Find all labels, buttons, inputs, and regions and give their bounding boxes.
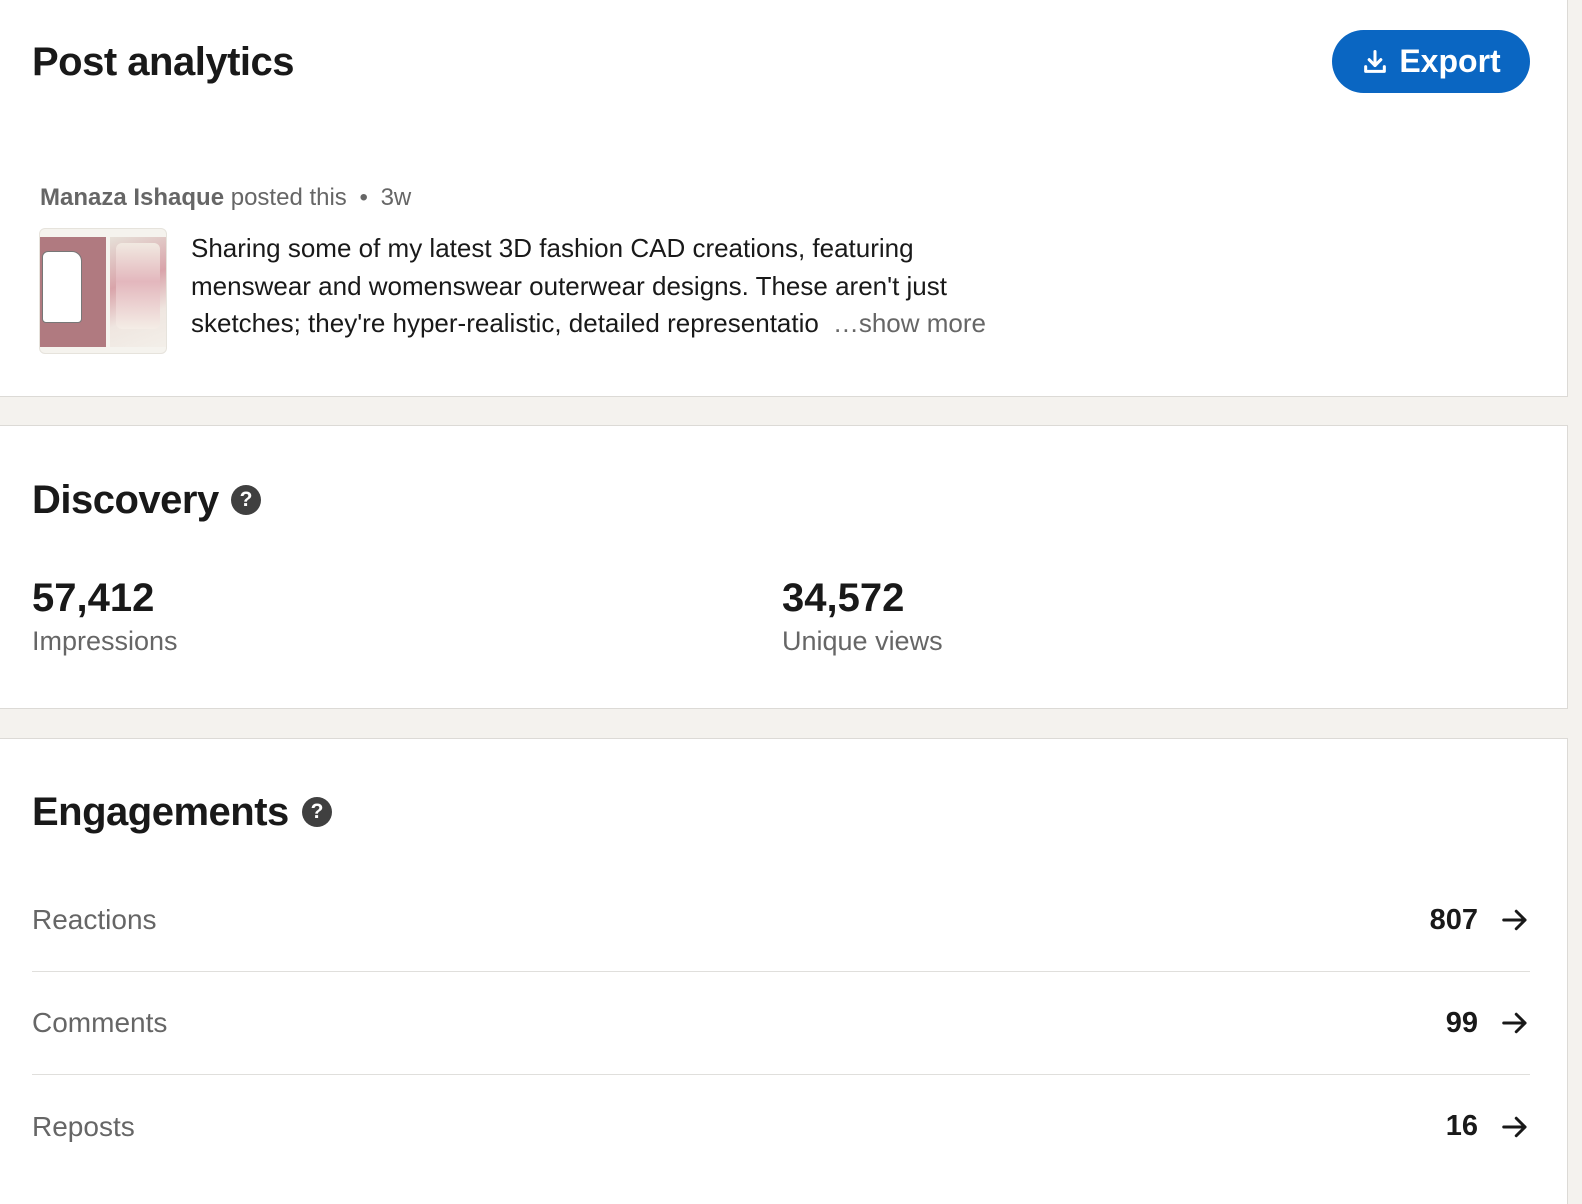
impressions-label: Impressions [32, 626, 178, 656]
post-action: posted this [230, 184, 347, 211]
arrow-right-icon [1502, 909, 1527, 931]
post-age: 3w [380, 184, 412, 211]
reposts-label: Reposts [32, 1110, 135, 1142]
download-icon [1364, 49, 1387, 73]
unique-views-label: Unique views [782, 626, 943, 656]
page-title: Post analytics [32, 40, 295, 84]
help-icon[interactable]: ? [302, 797, 332, 827]
post-thumbnail[interactable] [39, 228, 167, 354]
reposts-row[interactable]: Reposts 16 [32, 1075, 1530, 1178]
reactions-label: Reactions [32, 904, 157, 935]
export-button[interactable]: Export [1332, 30, 1530, 93]
arrow-right-icon [1502, 1012, 1527, 1034]
post-text-line: sketches; they're hyper-realistic, detai… [191, 308, 819, 338]
thumbnail-jacket [116, 243, 160, 329]
comments-label: Comments [32, 1007, 168, 1038]
page-header: Post analytics Export [0, 0, 1568, 142]
comments-count: 99 [1445, 1006, 1478, 1039]
post-text-line: menswear and womenswear outerwear design… [191, 270, 947, 301]
engagements-title: Engagements [32, 790, 289, 834]
help-icon[interactable]: ? [231, 485, 261, 515]
discovery-card [0, 425, 1568, 709]
post-author[interactable]: Manaza Ishaque [40, 184, 224, 211]
reposts-count: 16 [1445, 1110, 1478, 1142]
post-text: Sharing some of my latest 3D fashion CAD… [191, 230, 1091, 343]
reactions-row[interactable]: Reactions 807 [32, 869, 1530, 972]
reactions-count: 807 [1429, 903, 1478, 936]
post-text-line: Sharing some of my latest 3D fashion CAD… [191, 233, 914, 263]
thumbnail-sketch [42, 251, 82, 323]
comments-row[interactable]: Comments 99 [32, 972, 1530, 1075]
post-meta: Manaza Ishaque posted this • 3w [40, 184, 411, 212]
discovery-title: Discovery [32, 478, 219, 522]
arrow-right-icon [1502, 1116, 1527, 1137]
unique-views-value: 34,572 [782, 576, 905, 620]
export-button-label: Export [1399, 43, 1501, 79]
show-more-link[interactable]: …show more [833, 308, 986, 338]
meta-separator: • [359, 184, 368, 211]
impressions-value: 57,412 [32, 576, 155, 620]
